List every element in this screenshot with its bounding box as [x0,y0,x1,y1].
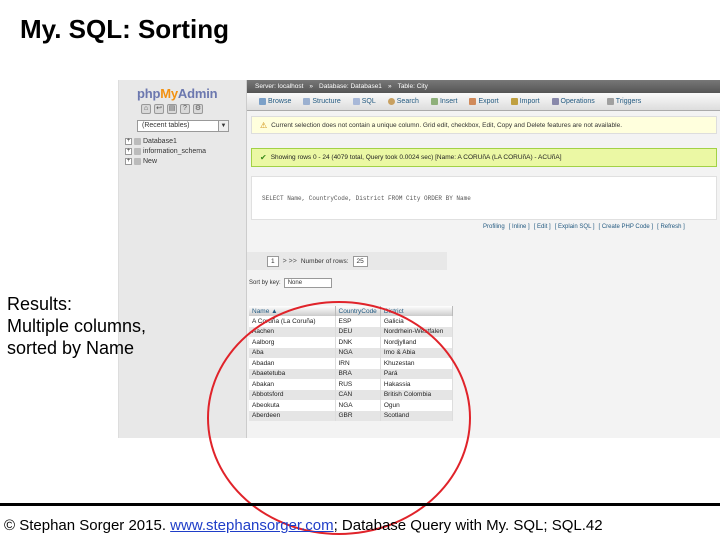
sort-by-select[interactable]: None [283,278,332,288]
sort-by-key: Sort by key: None [249,278,332,288]
database-icon [134,137,141,145]
search-icon [387,98,395,105]
success-text: Showing rows 0 - 24 (4079 total, Query t… [270,154,562,161]
database-icon [134,147,141,155]
sort-by-label: Sort by key: [249,280,281,286]
phpmyadmin-logo[interactable]: phpMyAdmin [137,86,218,101]
page-select[interactable]: 1 [267,255,279,267]
highlight-ellipse [207,301,471,535]
tab-structure[interactable]: Structure [297,93,346,111]
warning-message: ⚠ Current selection does not contain a u… [251,116,717,134]
annotation-text: Results: Multiple columns, sorted by Nam… [7,293,146,359]
annotation-line: sorted by Name [7,338,135,358]
tab-label: Browse [268,98,292,105]
edit-link[interactable]: [ Edit ] [534,224,551,230]
warning-text: Current selection does not contain a uni… [271,121,623,129]
operations-icon [551,98,559,105]
database-tree: + Database1 + information_schema + New [125,136,206,166]
success-message: ✔ Showing rows 0 - 24 (4079 total, Query… [251,148,717,167]
tab-label: Search [396,98,419,105]
tab-insert[interactable]: Insert [425,93,464,111]
logo-php: php [137,86,161,101]
breadcrumb-server[interactable]: Server: localhost [255,83,303,90]
warning-icon: ⚠ [260,120,268,130]
tab-import[interactable]: Import [505,93,546,111]
tab-bar: Browse Structure SQL Search Insert Expor… [247,93,720,111]
expand-icon[interactable]: + [125,147,132,155]
tab-label: SQL [361,98,376,105]
docs-icon[interactable]: ? [180,104,190,114]
tree-item-information-schema[interactable]: + information_schema [125,146,206,156]
tab-search[interactable]: Search [382,93,425,111]
export-icon [469,98,477,105]
next-page-button[interactable]: > >> [283,258,297,265]
sql-query-box: SELECT Name, CountryCode, District FROM … [251,176,717,220]
slide-footer: © Stephan Sorger 2015. www.stephansorger… [0,503,720,540]
tab-label: Triggers [615,98,642,105]
annotation-line: Results: [7,294,73,314]
insert-icon [430,98,438,105]
refresh-link[interactable]: [ Refresh ] [657,224,685,230]
tab-label: Import [519,98,540,105]
explain-sql-link[interactable]: [ Explain SQL ] [555,224,595,230]
tab-label: Export [478,98,499,105]
breadcrumb-separator-icon: » [309,83,314,90]
tree-item-database1[interactable]: + Database1 [125,136,206,146]
triggers-icon [606,98,614,105]
tree-item-label: New [143,157,158,165]
recent-tables-value: (Recent tables) [142,122,190,129]
tab-export[interactable]: Export [463,93,504,111]
slide-title: My. SQL: Sorting [20,14,229,44]
rows-label: Number of rows: [300,257,349,265]
profiling-checkbox[interactable]: Profiling [483,224,505,230]
expand-icon[interactable]: + [125,157,132,165]
import-icon [510,98,518,105]
tab-sql[interactable]: SQL [347,93,382,111]
sql-icon [352,98,360,105]
tab-label: Insert [439,98,458,105]
recent-tables-select[interactable]: (Recent tables) ▼ [137,120,229,132]
sql-query-text: SELECT Name, CountryCode, District FROM … [262,195,471,202]
breadcrumb-table[interactable]: Table: City [398,83,428,90]
tree-item-label: information_schema [143,147,207,155]
tab-triggers[interactable]: Triggers [601,93,647,111]
footer-copyright: © Stephan Sorger 2015. [4,517,171,534]
annotation-line: Multiple columns, [7,316,147,336]
logout-icon[interactable]: ↩ [154,104,164,114]
home-icon[interactable]: ⌂ [141,104,151,114]
tab-operations[interactable]: Operations [546,93,601,111]
tab-label: Structure [312,98,341,105]
tree-item-new[interactable]: + New [125,156,206,166]
create-php-code-link[interactable]: [ Create PHP Code ] [599,224,654,230]
footer-course-info: ; Database Query with My. SQL; SQL.42 [333,517,603,534]
inline-link[interactable]: [ Inline ] [509,224,530,230]
tab-browse[interactable]: Browse [253,93,297,111]
browse-icon [259,98,266,105]
nav-icon-row: ⌂ ↩ ▤ ? ⚙ [141,104,203,114]
chevron-down-icon: ▼ [218,121,228,131]
logo-my: My [160,86,178,101]
check-icon: ✔ [260,153,267,162]
sql-links: Profiling [ Inline ] [ Edit ] [ Explain … [483,224,685,230]
breadcrumb-database[interactable]: Database: Database1 [319,83,382,90]
breadcrumb-separator-icon: » [387,83,392,90]
tab-label: Operations [560,98,595,105]
database-icon [134,157,141,165]
expand-icon[interactable]: + [125,137,132,145]
settings-icon[interactable]: ⚙ [193,104,203,114]
logo-admin: Admin [177,86,218,101]
tree-item-label: Database1 [143,137,177,145]
pagination-bar: 1 > >> Number of rows: 25 [247,252,447,270]
footer-website-link[interactable]: www.stephansorger.com [170,517,333,534]
rows-input[interactable]: 25 [352,255,368,267]
query-window-icon[interactable]: ▤ [167,104,177,114]
structure-icon [303,98,311,105]
breadcrumb: Server: localhost » Database: Database1 … [247,80,720,93]
